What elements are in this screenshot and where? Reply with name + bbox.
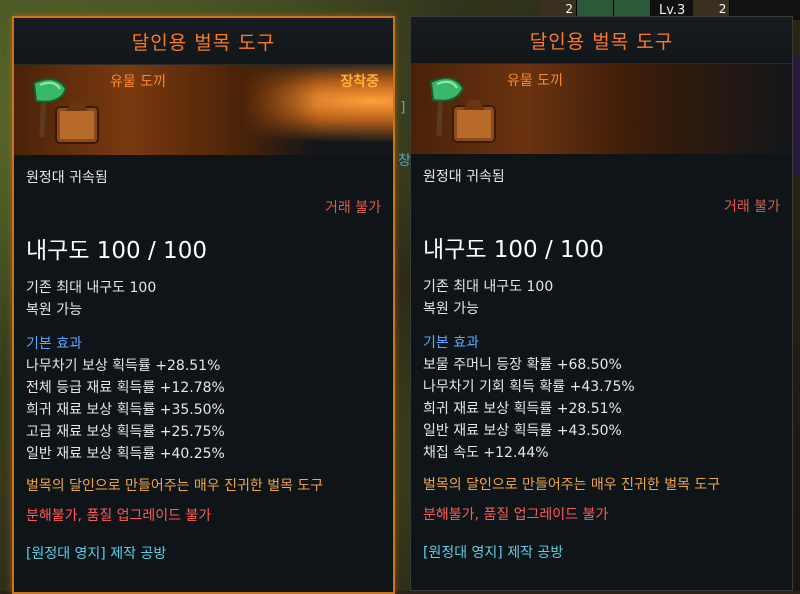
slot-count: 2 [718, 2, 727, 16]
item-header: 유물 도끼 [411, 64, 792, 154]
item-source: [원정대 영지] 제작 공방 [26, 546, 167, 562]
item-restrictions: 분해불가, 품질 업그레이드 불가 [423, 504, 780, 526]
trade-status: 거래 불가 [724, 199, 780, 215]
max-durability: 기존 최대 내구도 100 [26, 280, 157, 296]
restriction-disassemble: 분해불가 [423, 507, 475, 523]
item-tooltip-compare: 달인용 벌목 도구 유물 도끼 원정대 귀속됨 거래 불가 내구도 100 / … [410, 16, 793, 591]
item-title: 달인용 벌목 도구 [14, 18, 393, 65]
item-tooltip-equipped: 달인용 벌목 도구 유물 도끼 장착중 원정대 귀속됨 거래 불가 내구도 10… [12, 16, 395, 594]
effect-line: 보물 주머니 등장 확률 +68.50% [423, 357, 622, 373]
restriction-quality: 품질 업그레이드 불가 [483, 507, 609, 523]
bound-status: 원정대 귀속됨 [26, 170, 108, 186]
item-restrictions: 분해불가, 품질 업그레이드 불가 [26, 505, 381, 527]
item-type-label: 유물 도끼 [507, 73, 563, 89]
effect-line: 나무차기 기회 획득 확률 +43.75% [423, 379, 635, 395]
equipped-badge: 장착중 [340, 74, 379, 90]
effect-line: 고급 재료 보상 획득률 +25.75% [26, 424, 225, 440]
bound-status: 원정대 귀속됨 [423, 169, 505, 185]
effect-line: 희귀 재료 보상 획득률 +28.51% [423, 401, 622, 417]
axe-icon [429, 77, 496, 143]
durability: 내구도 100 / 100 [423, 237, 604, 263]
effect-line: 희귀 재료 보상 획득률 +35.50% [26, 402, 225, 418]
durability: 내구도 100 / 100 [26, 238, 207, 264]
item-title: 달인용 벌목 도구 [411, 17, 792, 64]
item-type-label: 유물 도끼 [110, 74, 166, 90]
item-header: 유물 도끼 장착중 [14, 65, 393, 155]
item-description: 벌목의 달인으로 만들어주는 매우 진귀한 벌목 도구 [423, 477, 721, 493]
effect-line: 일반 재료 보상 획득률 +43.50% [423, 423, 622, 439]
item-source: [원정대 영지] 제작 공방 [423, 545, 564, 561]
repairable: 복원 가능 [26, 302, 82, 318]
effect-line: 채집 속도 +12.44% [423, 445, 549, 461]
section-basic-effects: 기본 효과 [26, 336, 82, 352]
effect-line: 나무차기 보상 획득률 +28.51% [26, 358, 221, 374]
background-glyph: ] [400, 100, 406, 116]
axe-icon [32, 78, 99, 144]
effect-line: 일반 재료 보상 획득률 +40.25% [26, 446, 225, 462]
restriction-disassemble: 분해불가 [26, 508, 78, 524]
repairable: 복원 가능 [423, 301, 479, 317]
item-description: 벌목의 달인으로 만들어주는 매우 진귀한 벌목 도구 [26, 478, 324, 494]
section-basic-effects: 기본 효과 [423, 335, 479, 351]
effect-line: 전체 등급 재료 획득률 +12.78% [26, 380, 225, 396]
background-glyph: 창 [398, 153, 411, 169]
max-durability: 기존 최대 내구도 100 [423, 279, 554, 295]
trade-status: 거래 불가 [325, 200, 381, 216]
restriction-quality: 품질 업그레이드 불가 [86, 508, 212, 524]
slot-count: 2 [565, 2, 573, 16]
